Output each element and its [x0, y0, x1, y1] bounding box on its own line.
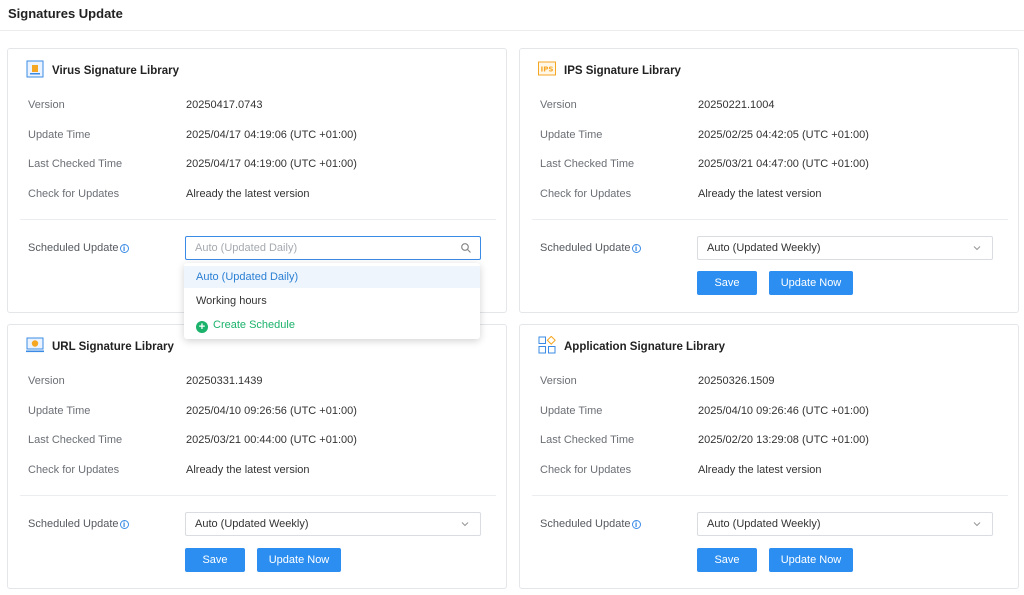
update-time-label: Update Time [28, 129, 91, 141]
check-updates-value: Already the latest version [698, 464, 822, 476]
create-schedule-option[interactable]: + Create Schedule [184, 314, 480, 336]
card-title: URL Signature Library [52, 341, 174, 353]
info-icon[interactable]: i [119, 244, 129, 253]
application-signature-card: Application Signature Library Version 20… [519, 324, 1019, 589]
dropdown-option-working-hours[interactable]: Working hours [184, 290, 480, 312]
update-now-button[interactable]: Update Now [257, 548, 341, 572]
ips-library-icon: IPS [538, 61, 556, 76]
last-checked-label: Last Checked Time [28, 434, 123, 446]
scheduled-update-dropdown: Auto (Updated Daily) Working hours + Crea… [184, 263, 480, 339]
virus-library-icon [26, 60, 44, 78]
info-icon[interactable]: i [119, 520, 129, 529]
last-checked-label: Last Checked Time [540, 158, 635, 170]
scheduled-update-placeholder: Auto (Updated Daily) [195, 242, 298, 254]
save-button[interactable]: Save [697, 271, 757, 295]
check-updates-label: Check for Updates [28, 464, 120, 476]
divider [532, 219, 1008, 220]
chevron-down-icon [973, 246, 981, 251]
scheduled-update-label: Scheduled Update i [28, 242, 129, 254]
check-updates-value: Already the latest version [698, 188, 822, 200]
scheduled-update-select[interactable]: Auto (Updated Weekly) [697, 236, 993, 260]
scheduled-update-label: Scheduled Update i [540, 242, 641, 254]
url-signature-card: URL Signature Library Version 20250331.1… [7, 324, 507, 589]
scheduled-update-label: Scheduled Update i [28, 518, 129, 530]
scheduled-update-search[interactable]: Auto (Updated Daily) [185, 236, 481, 260]
update-time-label: Update Time [28, 405, 91, 417]
create-schedule-label: Create Schedule [213, 319, 295, 331]
version-value: 20250326.1509 [698, 375, 775, 387]
url-library-icon [26, 337, 44, 353]
update-now-button[interactable]: Update Now [769, 548, 853, 572]
version-label: Version [28, 375, 65, 387]
scheduled-update-select[interactable]: Auto (Updated Weekly) [697, 512, 993, 536]
last-checked-value: 2025/04/17 04:19:00 (UTC +01:00) [186, 158, 357, 170]
chevron-down-icon [973, 522, 981, 527]
scheduled-update-text: Scheduled Update [540, 242, 631, 254]
search-icon [461, 243, 471, 253]
update-time-value: 2025/04/17 04:19:06 (UTC +01:00) [186, 129, 357, 141]
scheduled-update-value: Auto (Updated Weekly) [195, 518, 309, 530]
version-value: 20250221.1004 [698, 99, 775, 111]
info-icon[interactable]: i [631, 520, 641, 529]
last-checked-value: 2025/03/21 04:47:00 (UTC +01:00) [698, 158, 869, 170]
version-label: Version [28, 99, 65, 111]
check-updates-value: Already the latest version [186, 188, 310, 200]
check-updates-label: Check for Updates [28, 188, 120, 200]
version-label: Version [540, 99, 577, 111]
update-time-label: Update Time [540, 405, 603, 417]
chevron-down-icon [461, 522, 469, 527]
dropdown-option-daily[interactable]: Auto (Updated Daily) [184, 266, 480, 288]
scheduled-update-text: Scheduled Update [28, 242, 119, 254]
scheduled-update-select[interactable]: Auto (Updated Weekly) [185, 512, 481, 536]
application-library-icon [538, 336, 556, 354]
version-value: 20250417.0743 [186, 99, 263, 111]
scheduled-update-label: Scheduled Update i [540, 518, 641, 530]
card-title: IPS Signature Library [564, 65, 681, 77]
update-now-button[interactable]: Update Now [769, 271, 853, 295]
version-value: 20250331.1439 [186, 375, 263, 387]
check-updates-value: Already the latest version [186, 464, 310, 476]
update-time-value: 2025/04/10 09:26:46 (UTC +01:00) [698, 405, 869, 417]
save-button[interactable]: Save [697, 548, 757, 572]
save-button[interactable]: Save [185, 548, 245, 572]
last-checked-value: 2025/03/21 00:44:00 (UTC +01:00) [186, 434, 357, 446]
last-checked-label: Last Checked Time [540, 434, 635, 446]
divider [532, 495, 1008, 496]
page-header: Signatures Update [0, 0, 1024, 31]
page-title: Signatures Update [8, 6, 123, 21]
plus-circle-icon: + [196, 321, 208, 333]
divider [20, 219, 496, 220]
scheduled-update-text: Scheduled Update [28, 518, 119, 530]
update-time-value: 2025/02/25 04:42:05 (UTC +01:00) [698, 129, 869, 141]
scheduled-update-text: Scheduled Update [540, 518, 631, 530]
divider [20, 495, 496, 496]
card-title: Application Signature Library [564, 341, 726, 353]
card-title: Virus Signature Library [52, 65, 179, 77]
scheduled-update-value: Auto (Updated Weekly) [707, 242, 821, 254]
check-updates-label: Check for Updates [540, 464, 632, 476]
ips-signature-card: IPS IPS Signature Library Version 202502… [519, 48, 1019, 313]
scheduled-update-value: Auto (Updated Weekly) [707, 518, 821, 530]
info-icon[interactable]: i [631, 244, 641, 253]
ips-icon-text: IPS [541, 66, 554, 74]
update-time-label: Update Time [540, 129, 603, 141]
last-checked-label: Last Checked Time [28, 158, 123, 170]
update-time-value: 2025/04/10 09:26:56 (UTC +01:00) [186, 405, 357, 417]
check-updates-label: Check for Updates [540, 188, 632, 200]
version-label: Version [540, 375, 577, 387]
last-checked-value: 2025/02/20 13:29:08 (UTC +01:00) [698, 434, 869, 446]
